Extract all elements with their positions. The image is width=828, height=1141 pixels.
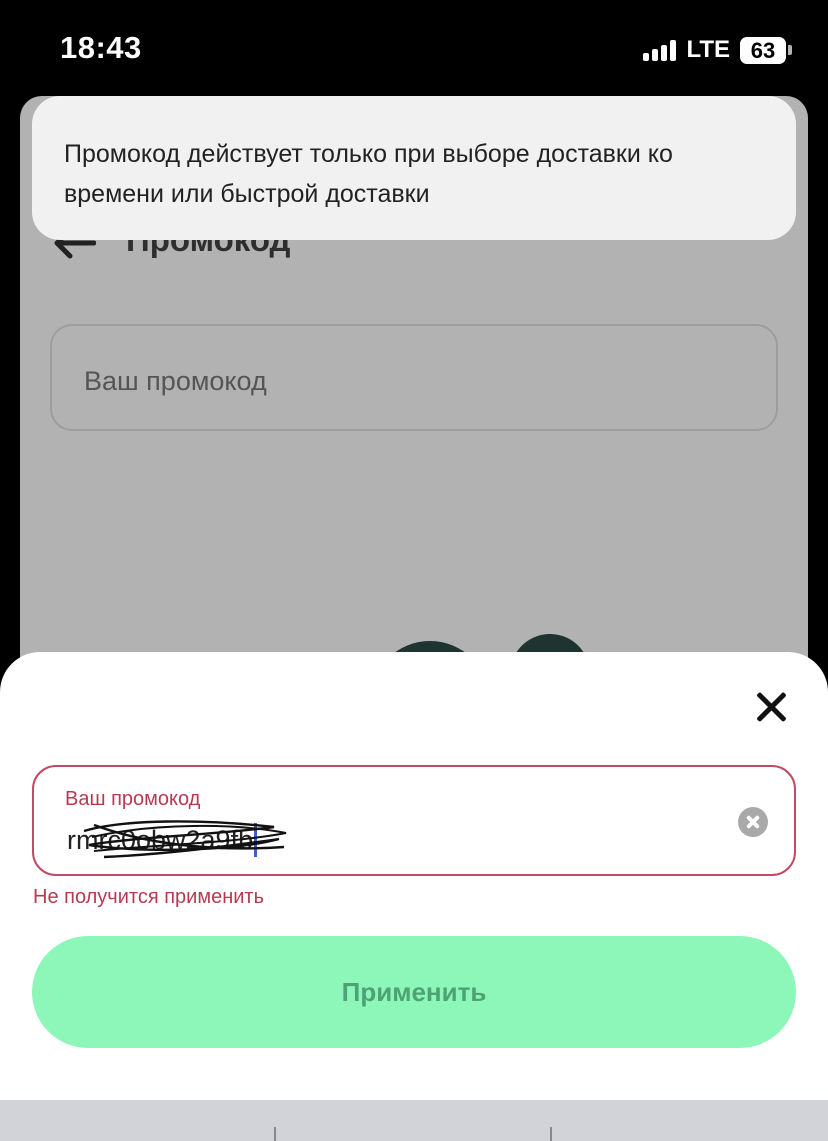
keyboard-divider: [274, 1127, 276, 1141]
status-indicators: LTE 63: [643, 36, 792, 64]
network-label: LTE: [686, 36, 730, 63]
status-bar: 18:43 LTE 63: [0, 0, 828, 96]
toast-message: Промокод действует только при выборе дос…: [64, 140, 673, 208]
keyboard-divider: [550, 1127, 552, 1141]
clear-input-icon[interactable]: [738, 807, 768, 837]
battery-level: 63: [740, 36, 786, 64]
error-message: Не получится применить: [33, 886, 265, 908]
background-promo-input: Ваш промокод: [50, 324, 778, 431]
redaction-scribble: [83, 820, 287, 859]
promo-code-field[interactable]: Ваш промокод rmrc0obw2a9fb: [32, 765, 796, 876]
close-icon[interactable]: [754, 690, 788, 724]
background-input-placeholder: Ваш промокод: [84, 366, 267, 396]
keyboard-top-strip: [0, 1100, 828, 1141]
promo-bottom-sheet: Ваш промокод rmrc0obw2a9fb Не получится …: [0, 652, 828, 1100]
promo-field-label: Ваш промокод: [65, 788, 201, 810]
signal-icon: [643, 39, 677, 61]
status-time: 18:43: [60, 30, 142, 65]
battery-icon: 63: [740, 36, 792, 64]
apply-button[interactable]: Применить: [32, 936, 796, 1048]
info-toast: Промокод действует только при выборе дос…: [32, 96, 796, 240]
